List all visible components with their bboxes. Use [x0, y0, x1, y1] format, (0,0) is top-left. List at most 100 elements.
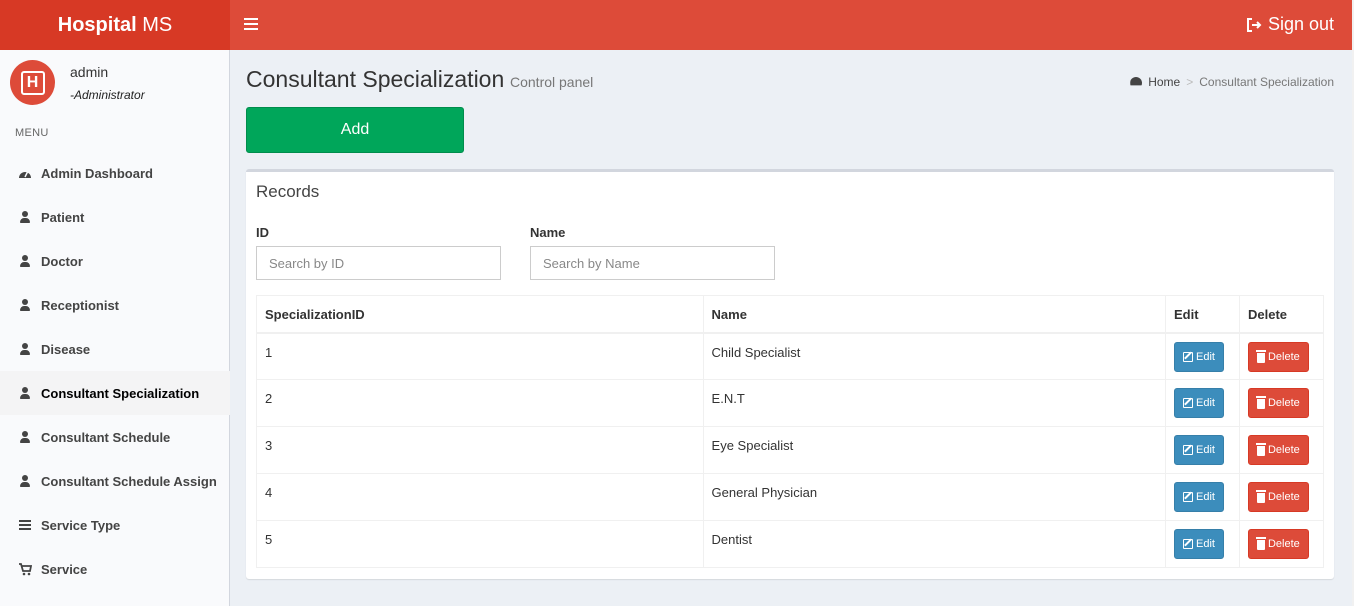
column-header-specialization-id[interactable]: SpecializationID — [256, 295, 704, 334]
records-table-body: 1 Child Specialist Edit Delete 2 E.N.T Edit Del… — [256, 332, 1325, 568]
user-icon — [18, 386, 32, 400]
cell-edit: Edit — [1165, 379, 1240, 427]
user-icon — [18, 298, 32, 312]
search-id-input[interactable] — [256, 246, 501, 280]
user-icon — [18, 210, 32, 224]
sign-out-button[interactable]: Sign out — [1246, 14, 1334, 35]
delete-button[interactable]: Delete — [1247, 435, 1309, 465]
sidebar-item-label: Service Type — [41, 517, 121, 533]
cell-name: E.N.T — [702, 379, 1167, 427]
cell-specialization-id: 5 — [256, 520, 704, 568]
edit-label: Edit — [1196, 397, 1215, 409]
edit-icon — [1183, 398, 1193, 408]
sidebar-item-label: Doctor — [41, 253, 83, 269]
avatar: H — [10, 60, 55, 105]
trash-icon — [1255, 537, 1266, 550]
user-icon — [18, 254, 32, 268]
edit-button[interactable]: Edit — [1174, 388, 1224, 418]
logo-light-text: MS — [142, 14, 173, 36]
sidebar-item-disease[interactable]: Disease — [0, 327, 230, 371]
delete-label: Delete — [1267, 397, 1300, 409]
cell-specialization-id: 4 — [256, 473, 704, 521]
sidebar-item-label: Consultant Specialization — [41, 385, 200, 401]
sidebar-item-label: Service — [41, 561, 88, 577]
delete-button[interactable]: Delete — [1247, 388, 1309, 418]
delete-label: Delete — [1267, 350, 1300, 363]
sign-out-label: Sign out — [1267, 14, 1334, 34]
menu-header: MENU — [15, 127, 49, 139]
cell-edit: Edit — [1165, 332, 1240, 380]
cell-edit: Edit — [1165, 520, 1240, 568]
delete-button[interactable]: Delete — [1247, 341, 1309, 372]
edit-button[interactable]: Edit — [1174, 482, 1224, 512]
dashboard-icon — [18, 166, 32, 180]
cell-edit: Edit — [1165, 426, 1240, 474]
breadcrumb: Home > Consultant Specialization — [1130, 75, 1334, 89]
sidebar-item-label: Consultant Schedule — [41, 429, 171, 445]
sidebar-toggle-icon[interactable] — [244, 15, 258, 35]
sidebar-item-service[interactable]: Service — [0, 547, 230, 591]
breadcrumb-current: Consultant Specialization — [1199, 75, 1334, 89]
edit-icon — [1183, 351, 1193, 362]
column-header-delete: Delete — [1238, 295, 1325, 334]
edit-button[interactable]: Edit — [1174, 529, 1224, 559]
breadcrumb-home[interactable]: Home — [1148, 75, 1180, 89]
table-row: 4 General Physician Edit Delete — [256, 473, 1325, 521]
edit-button[interactable]: Edit — [1174, 341, 1224, 372]
sidebar-item-patient[interactable]: Patient — [0, 195, 230, 239]
cell-edit: Edit — [1165, 473, 1240, 521]
cell-delete: Delete — [1238, 520, 1325, 568]
top-navbar: Sign out — [230, 0, 1352, 50]
breadcrumb-separator: > — [1186, 75, 1194, 89]
user-name: admin — [70, 64, 109, 80]
sidebar-item-admin-dashboard[interactable]: Admin Dashboard — [0, 151, 230, 195]
sidebar-item-receptionist[interactable]: Receptionist — [0, 283, 230, 327]
user-icon — [18, 430, 32, 444]
sidebar-item-label: Disease — [41, 341, 91, 357]
edit-label: Edit — [1196, 444, 1215, 456]
search-name-input[interactable] — [530, 246, 775, 280]
delete-button[interactable]: Delete — [1247, 529, 1309, 559]
cell-name: Dentist — [702, 520, 1167, 568]
sidebar-item-service-type[interactable]: Service Type — [0, 503, 230, 547]
app-logo[interactable]: Hospital MS — [0, 0, 230, 50]
table-header-row: SpecializationID Name Edit Delete — [256, 295, 1325, 334]
add-button[interactable]: Add — [246, 107, 464, 153]
id-filter-label: ID — [256, 225, 269, 240]
records-title: Records — [256, 182, 320, 201]
sidebar-item-label: Patient — [41, 209, 85, 225]
cell-name: General Physician — [702, 473, 1167, 521]
delete-button[interactable]: Delete — [1247, 482, 1309, 512]
logo-bold-text: Hospital — [57, 14, 137, 36]
edit-label: Edit — [1196, 538, 1215, 550]
trash-icon — [1255, 443, 1266, 456]
page-title: Consultant Specialization — [246, 66, 505, 92]
cart-icon — [18, 562, 32, 576]
table-row: 1 Child Specialist Edit Delete — [256, 332, 1325, 380]
sidebar-item-consultant-specialization[interactable]: Consultant Specialization — [0, 371, 230, 415]
sidebar-item-label: Receptionist — [41, 297, 120, 313]
cell-specialization-id: 2 — [256, 379, 704, 427]
sidebar-item-doctor[interactable]: Doctor — [0, 239, 230, 283]
sidebar: H admin -Administrator MENU Admin Dashbo… — [0, 50, 230, 606]
edit-label: Edit — [1196, 350, 1215, 363]
column-header-name[interactable]: Name — [702, 295, 1167, 334]
trash-icon — [1255, 396, 1266, 409]
list-icon — [18, 518, 32, 532]
table-row: 2 E.N.T Edit Delete — [256, 379, 1325, 427]
cell-specialization-id: 3 — [256, 426, 704, 474]
edit-icon — [1183, 492, 1193, 502]
delete-label: Delete — [1267, 444, 1300, 456]
table-row: 3 Eye Specialist Edit Delete — [256, 426, 1325, 474]
hospital-logo-icon: H — [20, 70, 45, 95]
trash-icon — [1255, 349, 1266, 363]
cell-name: Child Specialist — [702, 332, 1167, 380]
user-icon — [18, 474, 32, 488]
sidebar-item-consultant-schedule-assign[interactable]: Consultant Schedule Assign — [0, 459, 230, 503]
delete-label: Delete — [1267, 538, 1300, 550]
cell-delete: Delete — [1238, 473, 1325, 521]
edit-label: Edit — [1196, 491, 1215, 503]
edit-button[interactable]: Edit — [1174, 435, 1224, 465]
sidebar-menu: Admin Dashboard Patient Doctor Receptionist… — [0, 151, 230, 591]
sidebar-item-consultant-schedule[interactable]: Consultant Schedule — [0, 415, 230, 459]
